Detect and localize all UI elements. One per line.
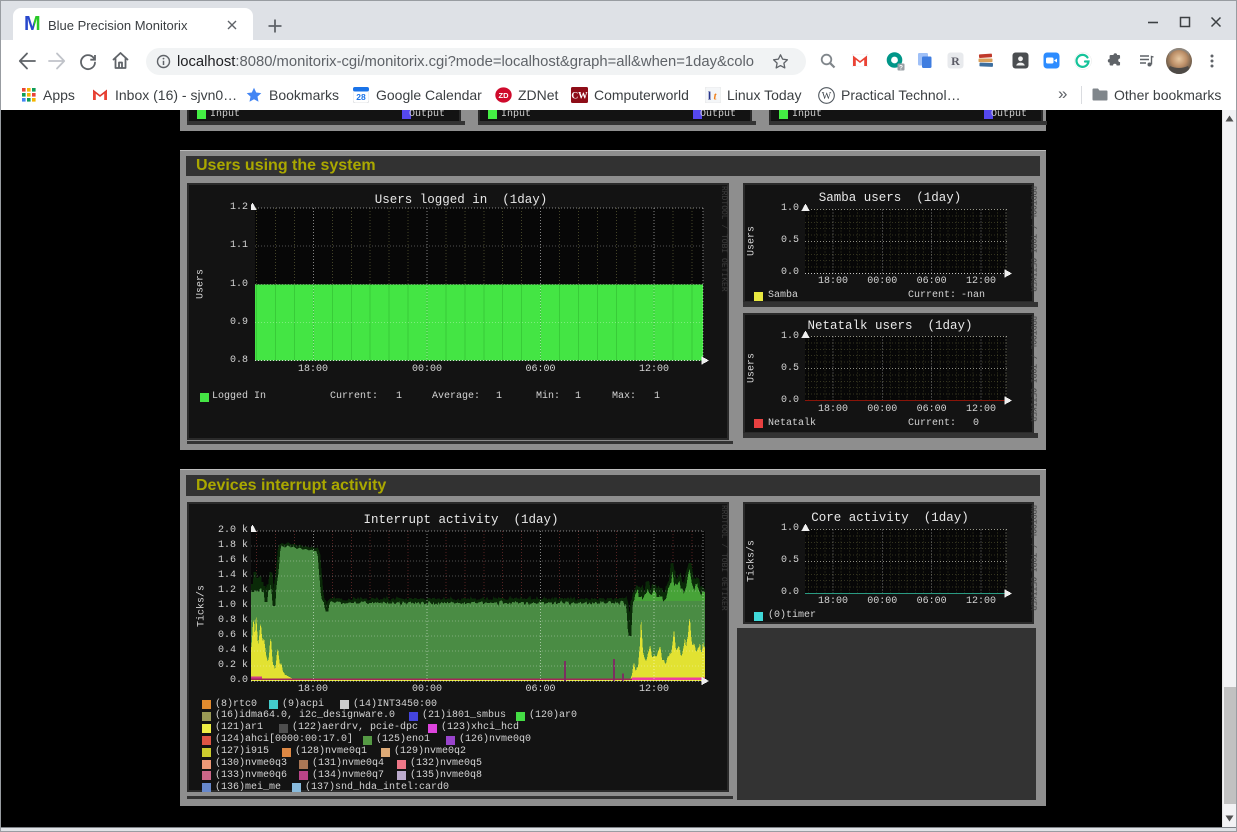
- svg-text:CW: CW: [571, 92, 588, 102]
- svg-text:R: R: [951, 54, 960, 68]
- svg-text:28: 28: [356, 92, 366, 102]
- svg-text:?: ?: [899, 64, 903, 71]
- svg-text:W: W: [822, 91, 832, 102]
- svg-text:ZD: ZD: [499, 91, 510, 100]
